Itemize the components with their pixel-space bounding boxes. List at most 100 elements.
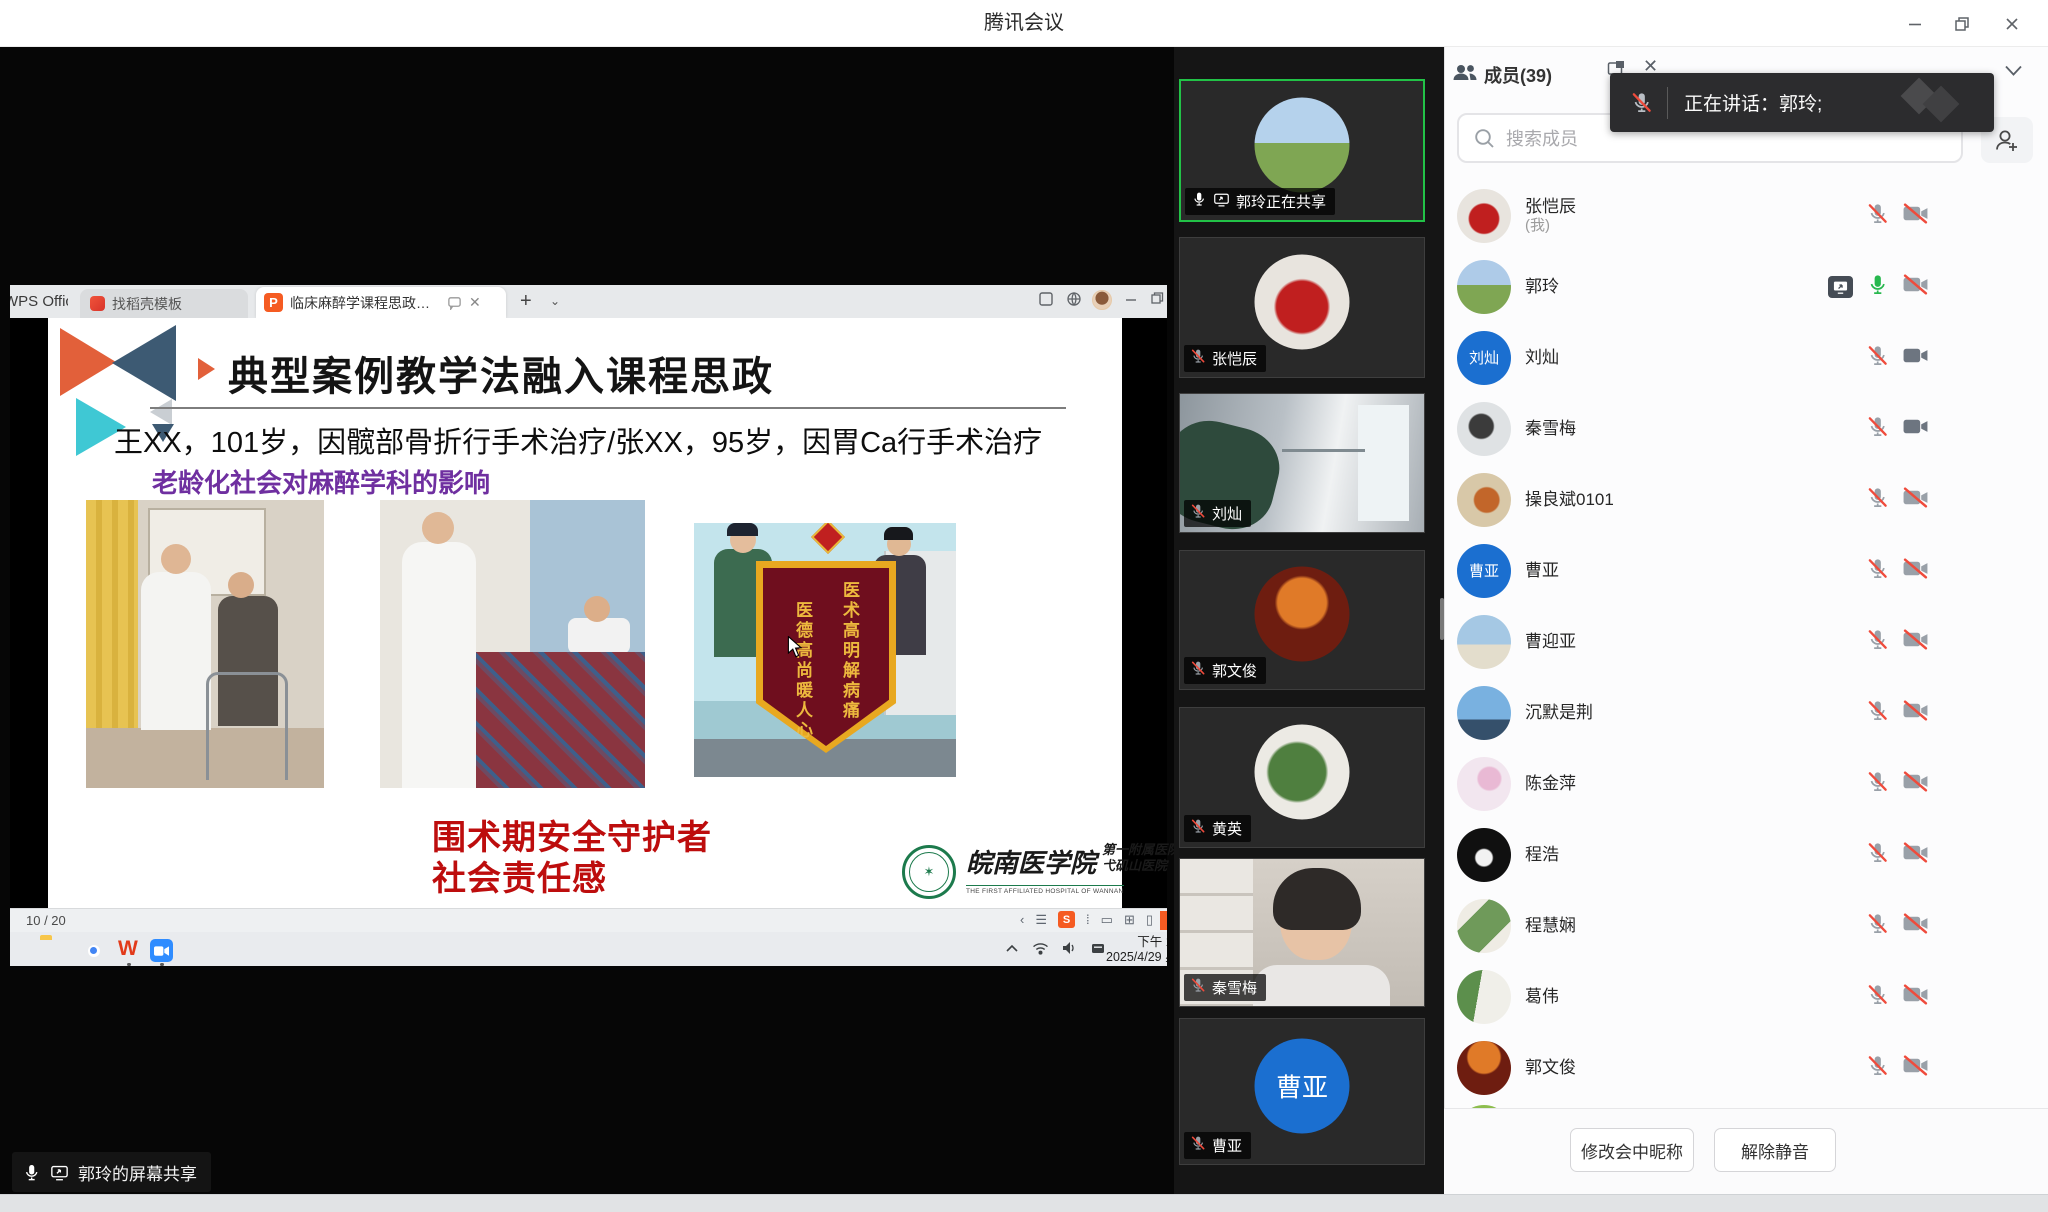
member-row[interactable]: 程浩 — [1444, 819, 2048, 890]
notes-icon[interactable]: ⁞ — [1086, 912, 1090, 927]
tencent-meeting-taskbar-icon[interactable] — [150, 939, 173, 962]
wps-restore-icon[interactable] — [1150, 291, 1164, 305]
member-camera-icon[interactable] — [1902, 416, 1929, 442]
globe-icon[interactable] — [1066, 291, 1082, 307]
member-name: 秦雪梅 — [1525, 418, 1576, 439]
member-row[interactable]: 郭文俊 — [1444, 1032, 2048, 1103]
member-camera-icon[interactable] — [1902, 345, 1929, 371]
member-row[interactable]: 陈金萍 — [1444, 748, 2048, 819]
pen-input-icon[interactable] — [1091, 941, 1105, 955]
taskbar-clock[interactable]: 下午 19:0 2025/4/29 星期二 — [1106, 935, 1167, 966]
photo-curtain — [86, 500, 138, 732]
member-row[interactable]: 刘灿 刘灿 — [1444, 322, 2048, 393]
member-camera-icon[interactable] — [1902, 558, 1929, 584]
wps-writer-icon[interactable]: W — [118, 937, 138, 960]
member-mic-icon[interactable] — [1866, 273, 1889, 301]
tencent-meeting-window: 腾讯会议 WPS Office 找稻壳模板 P 临床麻醉学课程思政集体备课 ✕ … — [0, 0, 2048, 1212]
member-row[interactable]: 秦雪梅 — [1444, 393, 2048, 464]
member-name: 郭玲 — [1525, 276, 1559, 297]
member-mic-icon[interactable] — [1866, 1054, 1889, 1082]
window-minimize-button[interactable] — [1903, 12, 1927, 36]
wps-minimize-icon[interactable] — [1124, 293, 1138, 307]
prev-slide-icon[interactable]: ‹ — [1020, 912, 1024, 927]
avatar-initials-caoya: 曹亚 — [1255, 1038, 1350, 1133]
member-mic-icon[interactable] — [1866, 557, 1889, 585]
member-row[interactable]: 沉默是荆 — [1444, 677, 2048, 748]
member-camera-icon[interactable] — [1902, 984, 1929, 1010]
rename-button[interactable]: 修改会中昵称 — [1570, 1128, 1694, 1172]
avatar-roses — [1457, 189, 1511, 243]
video-tile[interactable]: 黄英 — [1179, 707, 1425, 848]
tile-name-label: 刘灿 — [1184, 500, 1251, 527]
sidebar-toggle-icon[interactable] — [1038, 291, 1054, 307]
normal-view-icon[interactable]: ▭ — [1101, 912, 1113, 928]
member-row[interactable]: 张恺辰 (我) — [1444, 180, 2048, 251]
wps-s-badge-icon[interactable]: S — [1058, 911, 1075, 928]
close-icon — [2004, 16, 2020, 32]
member-camera-icon[interactable] — [1902, 274, 1929, 300]
member-mic-icon[interactable] — [1866, 415, 1889, 443]
member-camera-icon[interactable] — [1902, 487, 1929, 513]
slide-red-line-2: 社会责任感 — [432, 851, 607, 900]
member-row[interactable]: 曹亚 曹亚 — [1444, 535, 2048, 606]
member-mic-icon[interactable] — [1866, 770, 1889, 798]
avatar-cat — [1457, 402, 1511, 456]
member-name: 曹亚 — [1525, 560, 1559, 581]
new-tab-button[interactable]: + — [520, 285, 532, 318]
member-mic-icon[interactable] — [1866, 912, 1889, 940]
member-camera-icon[interactable] — [1902, 700, 1929, 726]
member-camera-icon[interactable] — [1902, 842, 1929, 868]
comment-icon — [447, 295, 462, 310]
screen-share-banner[interactable]: 郭玲的屏幕共享 — [12, 1152, 211, 1192]
member-camera-icon[interactable] — [1902, 203, 1929, 229]
video-tile[interactable]: 张恺辰 — [1179, 237, 1425, 378]
unmute-button[interactable]: 解除静音 — [1714, 1128, 1836, 1172]
member-camera-icon[interactable] — [1902, 1055, 1929, 1081]
member-row[interactable]: 葛伟 — [1444, 961, 2048, 1032]
avatar-plants — [1457, 970, 1511, 1024]
member-camera-icon[interactable] — [1902, 629, 1929, 655]
slide-sorter-icon[interactable]: ☰ — [1035, 912, 1047, 928]
tray-expand-icon[interactable] — [1005, 943, 1019, 953]
video-tile[interactable]: 曹亚 曹亚 — [1179, 1018, 1425, 1165]
docer-icon — [90, 296, 105, 311]
volume-icon[interactable] — [1062, 941, 1078, 955]
window-close-button[interactable] — [2000, 12, 2024, 36]
grid-view-icon[interactable]: ⊞ — [1124, 912, 1135, 928]
member-row[interactable]: 郭玲 — [1444, 251, 2048, 322]
logo-triangle-navy — [112, 325, 176, 401]
tab-docer-templates[interactable]: 找稻壳模板 — [80, 289, 248, 318]
panel-collapse-chevron-icon[interactable] — [2004, 64, 2023, 77]
tab-active-presentation[interactable]: P 临床麻醉学课程思政集体备课 ✕ — [256, 287, 506, 318]
window-restore-button[interactable] — [1950, 12, 1974, 36]
member-mic-icon[interactable] — [1866, 202, 1889, 230]
video-tile[interactable]: 郭玲正在共享 — [1179, 79, 1425, 222]
slide-case-line: 王XX，101岁，因髋部骨折行手术治疗/张XX，95岁，因胃Ca行手术治疗 — [114, 419, 1042, 461]
member-row[interactable]: 程慧娴 — [1444, 890, 2048, 961]
member-row[interactable]: 操良斌0101 — [1444, 464, 2048, 535]
wps-tab-bar: WPS Office 找稻壳模板 P 临床麻醉学课程思政集体备课 ✕ + ⌄ — [10, 285, 1167, 318]
member-mic-icon[interactable] — [1866, 699, 1889, 727]
video-tile[interactable]: 刘灿 — [1179, 393, 1425, 533]
wifi-icon[interactable] — [1032, 942, 1049, 955]
avatar-glass-on-beach — [1457, 615, 1511, 669]
member-mic-icon[interactable] — [1866, 344, 1889, 372]
reading-view-icon[interactable]: ▯ — [1146, 912, 1153, 928]
member-mic-icon[interactable] — [1866, 841, 1889, 869]
member-name: 郭文俊 — [1525, 1057, 1576, 1078]
tile-name: 黄英 — [1212, 818, 1242, 839]
browser-avatar[interactable] — [1092, 290, 1112, 310]
tile-name: 曹亚 — [1212, 1135, 1242, 1156]
tab-list-caret-icon[interactable]: ⌄ — [550, 285, 560, 318]
member-mic-icon[interactable] — [1866, 628, 1889, 656]
video-tile[interactable]: 郭文俊 — [1179, 550, 1425, 690]
speaking-toast: 正在讲话：郭玲; — [1610, 73, 1994, 132]
member-mic-icon[interactable] — [1866, 486, 1889, 514]
member-row[interactable]: 曹迎亚 — [1444, 606, 2048, 677]
member-camera-icon[interactable] — [1902, 913, 1929, 939]
member-mic-icon[interactable] — [1866, 983, 1889, 1011]
video-tile[interactable]: 秦雪梅 — [1179, 858, 1425, 1007]
play-button-clipped[interactable] — [1160, 911, 1167, 930]
member-camera-icon[interactable] — [1902, 771, 1929, 797]
tab-close-icon[interactable]: ✕ — [469, 294, 481, 311]
